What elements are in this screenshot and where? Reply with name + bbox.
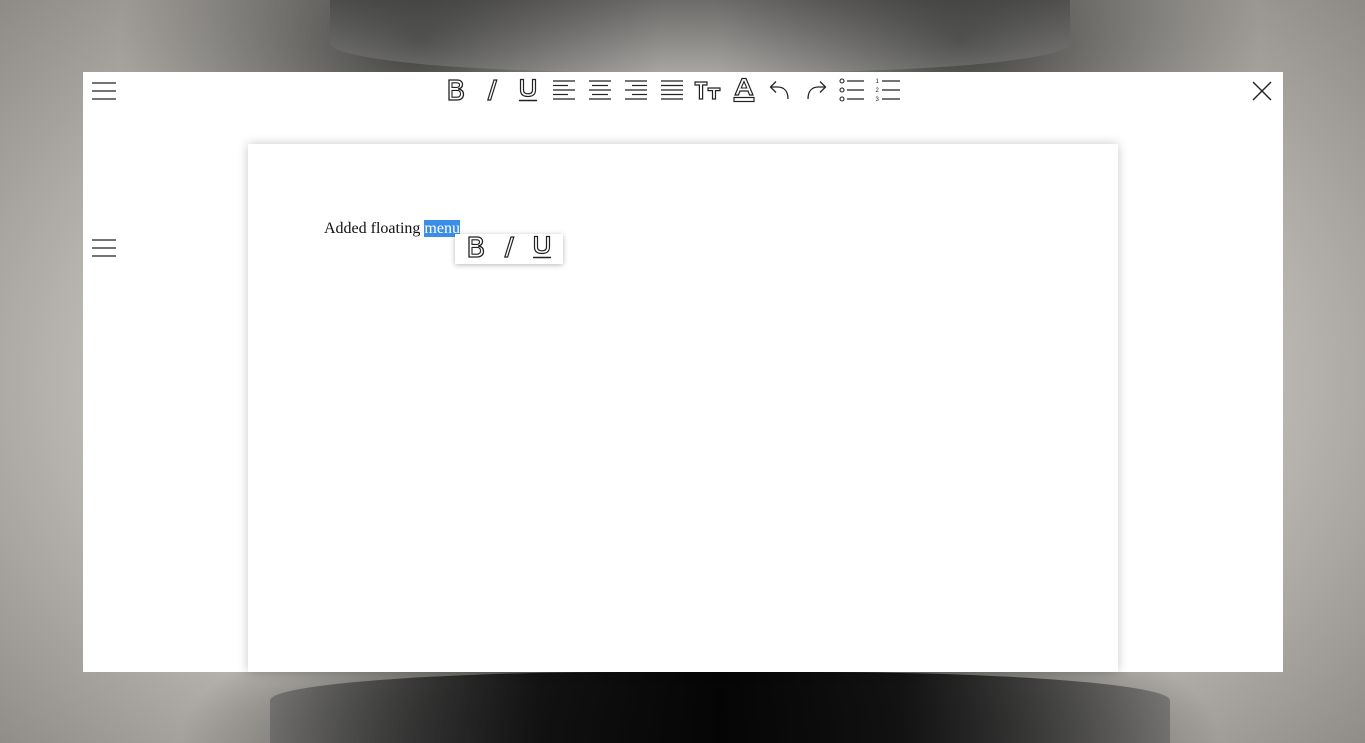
background-photo-top xyxy=(330,0,1070,72)
bullet-list-icon xyxy=(839,77,865,107)
floating-underline-button[interactable] xyxy=(528,235,556,263)
bullet-list-button[interactable] xyxy=(837,75,867,109)
bold-button[interactable] xyxy=(441,75,471,109)
italic-icon xyxy=(502,235,516,264)
underline-icon xyxy=(518,78,538,107)
undo-button[interactable] xyxy=(765,75,795,109)
redo-button[interactable] xyxy=(801,75,831,109)
redo-icon xyxy=(804,78,828,107)
text-size-button[interactable] xyxy=(693,75,723,109)
numbered-list-icon: 1 2 3 xyxy=(875,78,901,107)
format-toolbar: 1 2 3 xyxy=(441,74,909,110)
numbered-list-button[interactable]: 1 2 3 xyxy=(873,75,903,109)
align-center-icon xyxy=(588,79,612,106)
align-right-icon xyxy=(624,79,648,106)
text-color-icon xyxy=(733,77,755,108)
svg-text:3: 3 xyxy=(876,97,880,102)
underline-icon xyxy=(532,235,552,264)
svg-text:1: 1 xyxy=(876,79,880,85)
main-menu-button[interactable] xyxy=(91,78,117,104)
svg-text:2: 2 xyxy=(876,88,880,94)
hamburger-menu-icon xyxy=(91,237,117,259)
align-center-button[interactable] xyxy=(585,75,615,109)
align-right-button[interactable] xyxy=(621,75,651,109)
floating-format-menu xyxy=(455,234,563,264)
paragraph-text: Added floating xyxy=(324,220,425,237)
align-left-button[interactable] xyxy=(549,75,579,109)
bold-icon xyxy=(466,235,486,264)
underline-button[interactable] xyxy=(513,75,543,109)
close-icon xyxy=(1252,81,1272,101)
main-toolbar: 1 2 3 xyxy=(83,72,1283,112)
undo-icon xyxy=(768,78,792,107)
text-color-button[interactable] xyxy=(729,75,759,109)
close-button[interactable] xyxy=(1250,79,1274,103)
hamburger-menu-icon xyxy=(91,80,117,102)
background-photo-bottom xyxy=(270,672,1170,743)
floating-bold-button[interactable] xyxy=(462,235,490,263)
text-size-icon xyxy=(694,79,722,106)
document-paragraph[interactable]: Added floating menu xyxy=(324,219,460,238)
align-left-icon xyxy=(552,79,576,106)
document-page[interactable]: Added floating menu xyxy=(248,144,1118,672)
bold-icon xyxy=(446,78,466,107)
floating-italic-button[interactable] xyxy=(495,235,523,263)
side-menu-button[interactable] xyxy=(91,235,117,261)
italic-icon xyxy=(485,78,499,107)
align-justify-icon xyxy=(660,79,684,106)
editor-window: 1 2 3 Added floating menu xyxy=(83,72,1283,672)
italic-button[interactable] xyxy=(477,75,507,109)
align-justify-button[interactable] xyxy=(657,75,687,109)
